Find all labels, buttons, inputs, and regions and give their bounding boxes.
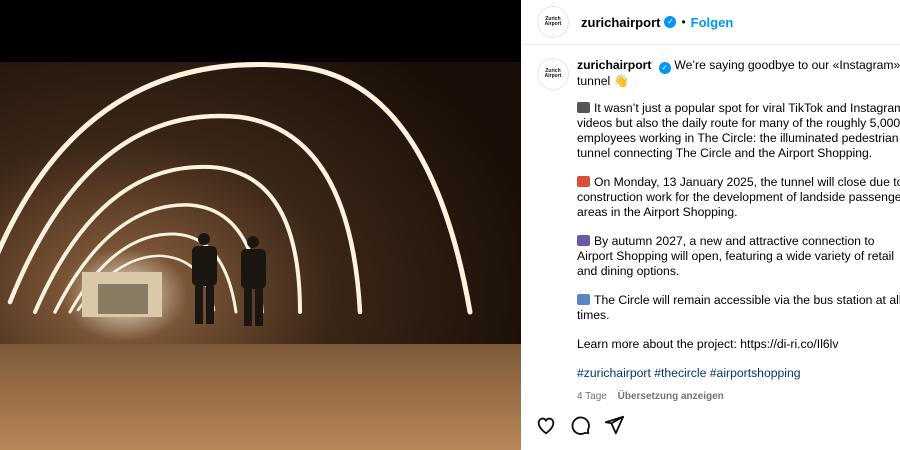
wave-emoji-icon: 👋 — [613, 74, 629, 88]
share-icon[interactable] — [603, 414, 625, 436]
calendar-emoji-icon — [577, 176, 590, 187]
caption-paragraph-2: On Monday, 13 January 2025, the tunnel w… — [577, 175, 900, 219]
separator-dot: • — [681, 15, 686, 29]
caption-verified-icon: ✓ — [658, 62, 671, 74]
caption-meta: 4 Tage Übersetzung anzeigen — [577, 389, 900, 404]
caption-text: zurichairport ✓ We’re saying goodbye to … — [577, 58, 900, 404]
translate-button[interactable]: Übersetzung anzeigen — [618, 391, 724, 402]
shopping-emoji-icon — [577, 235, 590, 246]
post-header: Zurich Airport zurichairport ✓ • Folgen — [521, 0, 900, 45]
camera-emoji-icon — [577, 102, 590, 113]
follow-button[interactable]: Folgen — [691, 15, 734, 30]
caption-paragraph-4: The Circle will remain accessible via th… — [577, 293, 900, 322]
comment-icon[interactable] — [569, 414, 591, 436]
post-age: 4 Tage — [577, 391, 607, 402]
post-sidebar: Zurich Airport zurichairport ✓ • Folgen … — [521, 0, 900, 450]
avatar-text-line2: Airport — [544, 21, 562, 27]
caption-paragraph-3: By autumn 2027, a new and attractive con… — [577, 234, 895, 278]
caption-paragraph-1: It wasn’t just a popular spot for viral … — [577, 101, 900, 160]
post-window: Zurich Airport zurichairport ✓ • Folgen … — [0, 0, 900, 450]
post-media[interactable] — [0, 0, 521, 450]
avatar[interactable]: Zurich Airport — [537, 6, 569, 38]
caption-paragraph-5: Learn more about the project: https://di… — [577, 337, 839, 351]
caption-avatar[interactable]: Zurich Airport — [537, 58, 569, 90]
caption-avatar-line2: Airport — [544, 73, 562, 79]
bus-emoji-icon — [577, 294, 590, 305]
verified-icon: ✓ — [664, 16, 677, 28]
post-photo — [0, 62, 521, 450]
caption-hashtags[interactable]: #zurichairport #thecircle #airportshoppi… — [577, 366, 900, 381]
like-icon[interactable] — [535, 414, 557, 436]
post-actions — [535, 414, 625, 436]
caption-username[interactable]: zurichairport — [577, 58, 652, 72]
header-username[interactable]: zurichairport — [581, 15, 660, 30]
